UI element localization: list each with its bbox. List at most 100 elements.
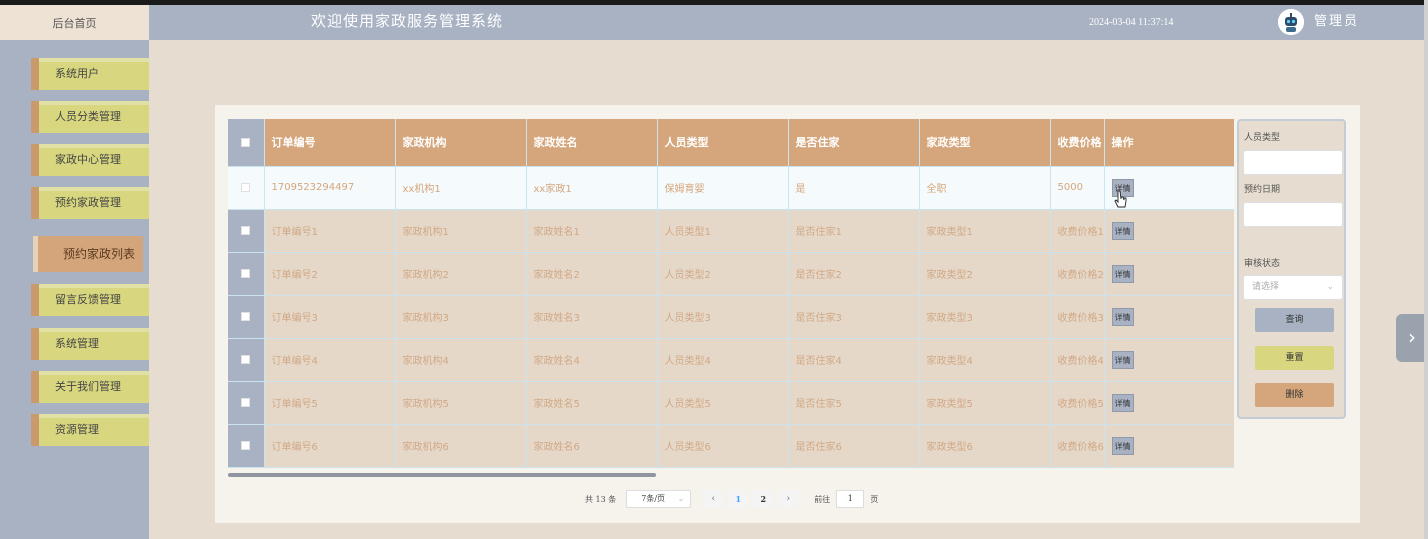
table-cell: 家政姓名2 (526, 252, 658, 296)
table-row[interactable]: 1709523294497 xx机构1 xx家政1 保姆育婴是全职 5000 详情 (228, 166, 1234, 210)
current-datetime: 2024-03-04 11:37:14 (1089, 17, 1174, 28)
table-cell: 家政机构1 (395, 209, 527, 253)
sidebar-item-system-users[interactable]: 系统用户 (31, 58, 149, 90)
system-title: 欢迎使用家政服务管理系统 (311, 12, 504, 30)
table-row[interactable]: 订单编号5 家政机构5 家政姓名5 人员类型5 是否住家5 家政类型5 收费价格5 详情 (228, 381, 1234, 425)
table-row[interactable]: 订单编号1 家政机构1 家政姓名1 人员类型1 是否住家1 家政类型1 收费价格1 详情 (228, 209, 1234, 253)
table-cell: 家政姓名1 (526, 209, 658, 253)
page-size-select[interactable]: 7条/页 ⌄ (626, 490, 692, 508)
table-cell: 5000 (1050, 166, 1105, 210)
column-header: 家政类型 (919, 119, 1051, 167)
pagination: 共 13 条 7条/页 ⌄ ‹ 1 2 › 前往 1 页 (585, 490, 878, 508)
row-checkbox[interactable] (228, 295, 265, 339)
table-cell: 家政类型6 (919, 424, 1051, 468)
detail-button[interactable]: 详情 (1111, 350, 1134, 369)
table-row[interactable]: 订单编号6 家政机构6 家政姓名6 人员类型6 是否住家6 家政类型6 收费价格6 详情 (228, 424, 1234, 468)
sidebar-item-resource[interactable]: 资源管理 (31, 414, 149, 446)
sidebar-item-staff-category[interactable]: 人员分类管理 (31, 101, 149, 133)
table-cell: 人员类型2 (657, 252, 789, 296)
table-cell: 是 (788, 166, 920, 210)
page-size-value: 7条/页 (641, 494, 666, 503)
table-cell: 收费价格2 (1050, 252, 1105, 296)
data-table-container: 订单编号 家政机构 家政姓名 人员类型 是否住家 家政类型 收费价格 操作 17… (228, 119, 1234, 475)
action-cell: 详情 (1104, 252, 1234, 296)
page-number-1[interactable]: 1 (728, 490, 749, 508)
detail-button[interactable]: 详情 (1111, 264, 1134, 283)
table-cell: xx家政1 (526, 166, 658, 210)
column-header: 家政机构 (395, 119, 527, 167)
admin-menu[interactable]: 管理员 (1314, 5, 1359, 40)
table-cell: xx机构1 (395, 166, 527, 210)
page-number-2[interactable]: 2 (753, 490, 774, 508)
top-header: 后台首页 欢迎使用家政服务管理系统 2024-03-04 11:37:14 管理… (0, 5, 1428, 40)
reset-button[interactable]: 重置 (1255, 346, 1334, 370)
detail-button[interactable]: 详情 (1111, 221, 1134, 240)
next-page-button[interactable]: › (778, 490, 799, 508)
sidebar-item-booking-manage[interactable]: 预约家政管理 (31, 187, 149, 219)
table-cell: 是否住家5 (788, 381, 920, 425)
sidebar-item-booking-list[interactable]: 预约家政列表 (33, 236, 143, 272)
home-link[interactable]: 后台首页 (0, 5, 149, 40)
row-checkbox[interactable] (228, 166, 265, 210)
action-cell: 详情 (1104, 424, 1234, 468)
column-header: 人员类型 (657, 119, 789, 167)
table-cell: 保姆育婴 (657, 166, 789, 210)
staff-type-input[interactable] (1243, 150, 1343, 175)
table-cell: 人员类型4 (657, 338, 789, 382)
review-status-select[interactable]: 请选择 ⌄ (1243, 275, 1343, 300)
query-button[interactable]: 查询 (1255, 308, 1334, 332)
column-header: 操作 (1104, 119, 1234, 167)
table-cell: 1709523294497 (264, 166, 396, 210)
detail-button[interactable]: 详情 (1111, 307, 1134, 326)
detail-button[interactable]: 详情 (1111, 393, 1134, 412)
row-checkbox[interactable] (228, 424, 265, 468)
table-cell: 收费价格6 (1050, 424, 1105, 468)
chevron-down-icon: ⌄ (1326, 282, 1334, 292)
row-checkbox[interactable] (228, 381, 265, 425)
sidebar-item-system[interactable]: 系统管理 (31, 328, 149, 360)
table-cell: 家政类型3 (919, 295, 1051, 339)
delete-button[interactable]: 删除 (1255, 383, 1334, 407)
table-cell: 是否住家2 (788, 252, 920, 296)
table-cell: 是否住家6 (788, 424, 920, 468)
table-cell: 家政姓名5 (526, 381, 658, 425)
table-cell: 收费价格4 (1050, 338, 1105, 382)
table-cell: 订单编号6 (264, 424, 396, 468)
booking-date-label: 预约日期 (1244, 185, 1281, 195)
goto-page-input[interactable]: 1 (836, 490, 865, 508)
table-row[interactable]: 订单编号3 家政机构3 家政姓名3 人员类型3 是否住家3 家政类型3 收费价格3 详情 (228, 295, 1234, 339)
detail-button[interactable]: 详情 (1111, 436, 1134, 455)
robot-avatar-icon[interactable] (1278, 9, 1304, 35)
table-cell: 是否住家3 (788, 295, 920, 339)
mouse-pointer-icon (1114, 190, 1127, 208)
table-cell: 订单编号4 (264, 338, 396, 382)
table-cell: 家政机构3 (395, 295, 527, 339)
prev-page-button[interactable]: ‹ (703, 490, 724, 508)
column-header: 是否住家 (788, 119, 920, 167)
row-checkbox[interactable] (228, 252, 265, 296)
table-cell: 家政类型2 (919, 252, 1051, 296)
table-cell: 家政机构4 (395, 338, 527, 382)
sidebar-item-feedback[interactable]: 留言反馈管理 (31, 284, 149, 316)
table-cell: 人员类型5 (657, 381, 789, 425)
table-cell: 是否住家1 (788, 209, 920, 253)
sidebar-item-about[interactable]: 关于我们管理 (31, 371, 149, 403)
table-header-row: 订单编号 家政机构 家政姓名 人员类型 是否住家 家政类型 收费价格 操作 (228, 119, 1234, 167)
table-cell: 订单编号3 (264, 295, 396, 339)
horizontal-scrollbar[interactable] (228, 473, 656, 477)
review-status-label: 审核状态 (1244, 259, 1281, 269)
table-cell: 收费价格5 (1050, 381, 1105, 425)
sidebar-item-center[interactable]: 家政中心管理 (31, 144, 149, 176)
column-header: 订单编号 (264, 119, 396, 167)
action-cell: 详情 (1104, 295, 1234, 339)
column-header: 收费价格 (1050, 119, 1105, 167)
table-row[interactable]: 订单编号4 家政机构4 家政姓名4 人员类型4 是否住家4 家政类型4 收费价格4 详情 (228, 338, 1234, 382)
select-all-checkbox[interactable] (228, 119, 265, 167)
row-checkbox[interactable] (228, 338, 265, 382)
search-panel: 人员类型 预约日期 审核状态 请选择 ⌄ 查询 重置 删除 (1237, 119, 1346, 419)
row-checkbox[interactable] (228, 209, 265, 253)
booking-date-input[interactable] (1243, 202, 1343, 227)
table-row[interactable]: 订单编号2 家政机构2 家政姓名2 人员类型2 是否住家2 家政类型2 收费价格2 详情 (228, 252, 1234, 296)
table-cell: 家政姓名4 (526, 338, 658, 382)
vertical-scrollbar[interactable] (1424, 0, 1428, 539)
